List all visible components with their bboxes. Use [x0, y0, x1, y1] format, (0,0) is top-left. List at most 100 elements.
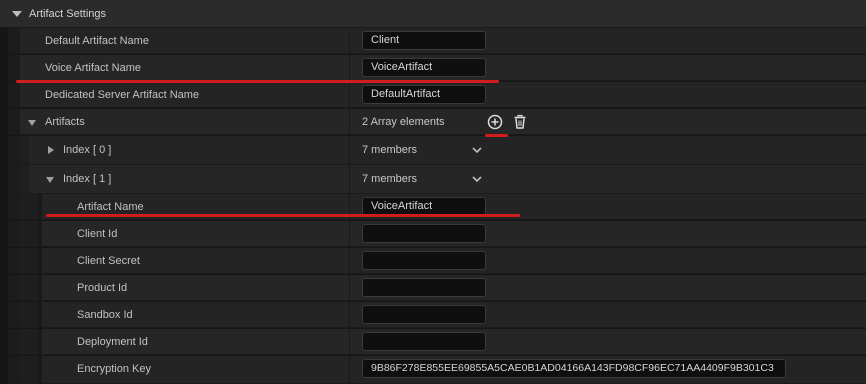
delete-all-button[interactable]: [511, 113, 529, 131]
row-deployment-id: Deployment Id: [8, 329, 866, 355]
deployment-id-label: Deployment Id: [77, 336, 148, 348]
column-divider: [349, 165, 350, 193]
row-default-artifact-name: Default Artifact Name Client: [8, 28, 866, 54]
row-gutter: [20, 356, 29, 383]
row-gutter: [38, 329, 42, 354]
column-divider: [349, 55, 350, 80]
index-1-members: 7 members: [362, 173, 418, 185]
row-client-id: Client Id: [8, 221, 866, 247]
row-voice-artifact-name: Voice Artifact Name VoiceArtifact: [8, 55, 866, 81]
row-gutter: [20, 194, 29, 219]
annotation-underline-voice-artifact: [16, 80, 499, 83]
chevron-down-icon[interactable]: [471, 144, 483, 156]
row-gutter: [38, 221, 42, 246]
column-divider: [349, 356, 350, 383]
row-gutter: [8, 329, 20, 354]
row-gutter: [38, 248, 42, 273]
sandbox-id-field[interactable]: [362, 305, 486, 324]
row-gutter: [29, 275, 38, 300]
row-gutter: [38, 194, 42, 219]
dedicated-server-artifact-name-field[interactable]: DefaultArtifact: [362, 85, 486, 104]
row-gutter: [8, 194, 20, 219]
column-divider: [349, 329, 350, 354]
chevron-down-icon[interactable]: [471, 173, 483, 185]
row-product-id: Product Id: [8, 275, 866, 301]
row-gutter: [29, 221, 38, 246]
default-artifact-name-field[interactable]: Client: [362, 31, 486, 50]
index-0-label: Index [ 0 ]: [63, 144, 112, 156]
row-gutter: [29, 194, 38, 219]
column-divider: [349, 136, 350, 164]
encryption-key-field[interactable]: 9B86F278E855EE69855A5CAE0B1AD04166A143FD…: [362, 359, 786, 378]
row-encryption-key: Encryption Key 9B86F278E855EE69855A5CAE0…: [8, 356, 866, 384]
client-secret-field[interactable]: [362, 251, 486, 270]
row-gutter: [8, 28, 20, 53]
row-gutter: [20, 275, 29, 300]
row-client-secret: Client Secret: [8, 248, 866, 274]
row-gutter: [20, 329, 29, 354]
column-divider: [349, 82, 350, 107]
row-gutter: [8, 356, 20, 383]
client-id-label: Client Id: [77, 228, 118, 240]
row-gutter: [38, 275, 42, 300]
sandbox-id-label: Sandbox Id: [77, 309, 133, 321]
column-divider: [349, 248, 350, 273]
section-title: Artifact Settings: [29, 8, 107, 20]
annotation-underline-artifact-name: [46, 214, 520, 217]
row-gutter: [8, 248, 20, 273]
dedicated-server-artifact-name-label: Dedicated Server Artifact Name: [45, 89, 200, 101]
column-divider: [349, 28, 350, 53]
voice-artifact-name-field[interactable]: VoiceArtifact: [362, 58, 486, 77]
section-header-artifact-settings[interactable]: Artifact Settings: [0, 0, 866, 28]
row-gutter: [8, 275, 20, 300]
index-1-label: Index [ 1 ]: [63, 173, 112, 185]
annotation-underline-add-button: [485, 134, 508, 137]
row-gutter: [20, 136, 29, 164]
client-secret-label: Client Secret: [77, 255, 140, 267]
row-sandbox-id: Sandbox Id: [8, 302, 866, 328]
row-gutter: [8, 109, 20, 134]
artifact-name-label: Artifact Name: [77, 201, 144, 213]
column-divider: [349, 109, 350, 134]
artifacts-label: Artifacts: [45, 116, 85, 128]
collapse-triangle-icon[interactable]: [28, 120, 36, 126]
row-gutter: [29, 356, 38, 383]
row-gutter: [8, 55, 20, 80]
row-gutter: [8, 136, 20, 164]
expand-triangle-icon[interactable]: [48, 146, 54, 154]
row-gutter: [29, 248, 38, 273]
add-circle-icon: [487, 114, 503, 130]
client-id-field[interactable]: [362, 224, 486, 243]
deployment-id-field[interactable]: [362, 332, 486, 351]
row-gutter: [8, 302, 20, 327]
column-divider: [349, 275, 350, 300]
encryption-key-label: Encryption Key: [77, 363, 151, 375]
column-divider: [349, 221, 350, 246]
row-gutter: [29, 302, 38, 327]
row-index-0[interactable]: Index [ 0 ] 7 members: [8, 136, 866, 165]
row-gutter: [20, 248, 29, 273]
row-gutter: [29, 329, 38, 354]
column-divider: [349, 302, 350, 327]
row-gutter: [8, 165, 20, 193]
row-artifacts-array[interactable]: Artifacts 2 Array elements: [8, 109, 866, 135]
artifacts-count: 2 Array elements: [362, 116, 445, 128]
product-id-field[interactable]: [362, 278, 486, 297]
default-artifact-name-label: Default Artifact Name: [45, 35, 149, 47]
trash-icon: [514, 114, 526, 129]
row-index-1[interactable]: Index [ 1 ] 7 members: [8, 165, 866, 194]
collapse-triangle-icon[interactable]: [46, 177, 54, 183]
add-element-button[interactable]: [486, 113, 504, 131]
row-gutter: [20, 165, 29, 193]
row-gutter: [8, 82, 20, 107]
row-dedicated-server-artifact-name: Dedicated Server Artifact Name DefaultAr…: [8, 82, 866, 108]
collapse-triangle-icon[interactable]: [12, 11, 22, 17]
row-gutter: [38, 356, 42, 383]
row-gutter: [38, 302, 42, 327]
product-id-label: Product Id: [77, 282, 128, 294]
row-gutter: [20, 221, 29, 246]
index-0-members: 7 members: [362, 144, 418, 156]
voice-artifact-name-label: Voice Artifact Name: [45, 62, 141, 74]
row-gutter: [20, 302, 29, 327]
row-gutter: [8, 221, 20, 246]
